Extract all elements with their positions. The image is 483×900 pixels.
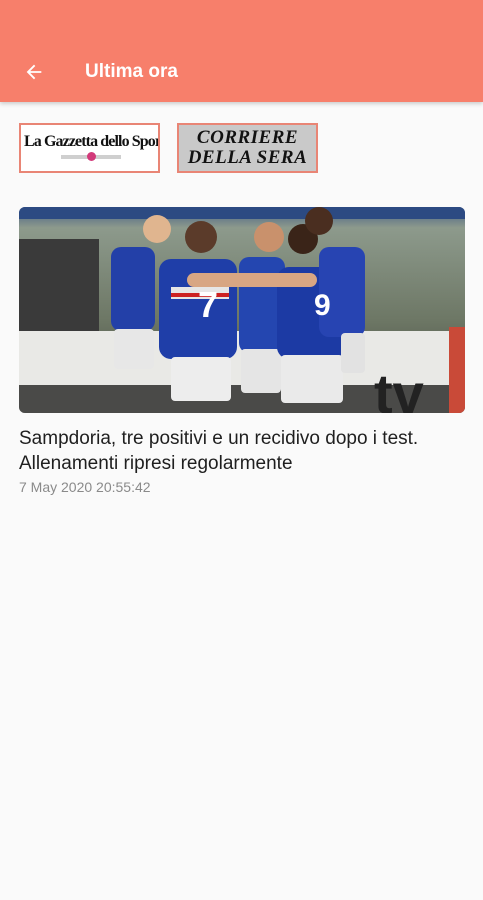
app-bar: Ultima ora	[0, 0, 483, 102]
arrow-left-icon	[23, 61, 45, 88]
gazzetta-logo[interactable]: La Gazzetta dello Sport	[19, 123, 160, 173]
svg-text:tv: tv	[374, 362, 424, 413]
article-title: Sampdoria, tre positivi e un recidivo do…	[19, 428, 419, 474]
gazzetta-logo-text: La Gazzetta dello Sport	[24, 133, 160, 150]
article-card[interactable]: tv 7 9 Sampdoria, tre positivi e un reci…	[19, 207, 465, 495]
gazzetta-dot	[87, 152, 96, 161]
article-image: tv 7 9	[19, 207, 465, 413]
corriere-logo-line1: CORRIERE	[196, 127, 299, 148]
page-title: Ultima ora	[85, 61, 178, 82]
corriere-logo[interactable]: CORRIERE DELLA SERA	[177, 123, 318, 173]
jersey-number-7: 7	[198, 284, 218, 325]
back-button[interactable]	[14, 56, 54, 92]
corriere-logo-line2: DELLA SERA	[187, 147, 308, 168]
jersey-number-9: 9	[314, 289, 331, 322]
article-date: 7 May 2020 20:55:42	[19, 479, 151, 495]
